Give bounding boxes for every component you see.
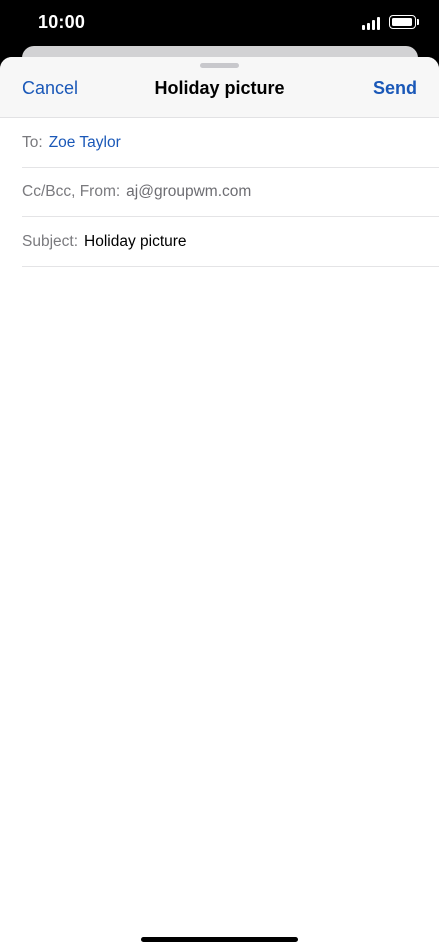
to-field[interactable]: To: Zoe Taylor (22, 118, 439, 168)
status-time: 10:00 (38, 12, 86, 32)
battery-icon (389, 15, 416, 29)
message-body[interactable] (0, 268, 439, 918)
subject-label: Subject: (22, 232, 79, 250)
subject-input[interactable]: Holiday picture (84, 233, 187, 251)
compose-sheet: Cancel Holiday picture Send To: Zoe Tayl… (0, 57, 439, 952)
to-recipient[interactable]: Zoe Taylor (49, 134, 121, 152)
cancel-button[interactable]: Cancel (22, 78, 78, 99)
cc-bcc-from-label: Cc/Bcc, From: (22, 182, 121, 200)
from-address[interactable]: aj@groupwm.com (126, 183, 251, 201)
compose-header: Cancel Holiday picture Send (0, 57, 439, 118)
to-label: To: (22, 133, 43, 151)
send-button[interactable]: Send (373, 78, 417, 99)
status-bar: 10:00 (0, 0, 439, 46)
notch (110, 0, 330, 32)
subject-field[interactable]: Subject: Holiday picture (22, 217, 439, 267)
home-indicator[interactable] (141, 937, 298, 942)
sheet-grabber[interactable] (200, 63, 239, 68)
battery-cap (417, 19, 419, 25)
cc-bcc-from-field[interactable]: Cc/Bcc, From: aj@groupwm.com (22, 167, 439, 217)
phone-screen: 10:00 Cancel Holiday picture Send To: Zo… (0, 0, 439, 952)
cellular-signal-icon (362, 17, 382, 30)
